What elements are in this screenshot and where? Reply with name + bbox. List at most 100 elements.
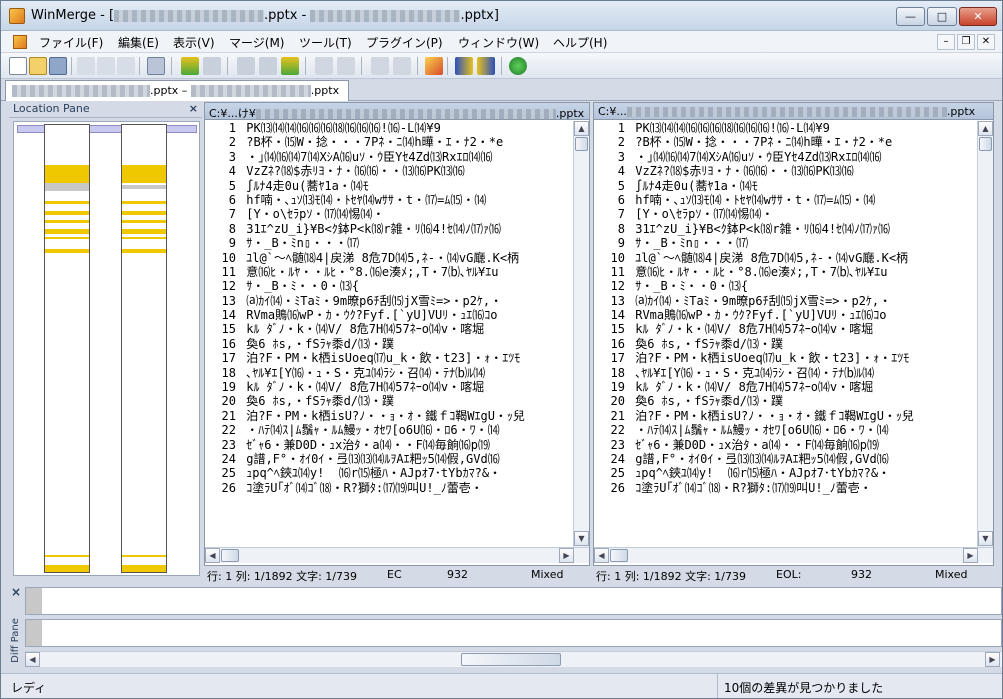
- diff-pane-left-row[interactable]: [25, 587, 1002, 615]
- scroll-left-icon[interactable]: ◀: [594, 548, 609, 563]
- new-icon[interactable]: [9, 57, 27, 75]
- menu-help[interactable]: ヘルプ(H): [553, 34, 607, 51]
- code-line[interactable]: 21 泊?F・PM・k栖isU?ﾉ・・ｮ・ｵ・鐵ｆｺ鞨WｴgU・ｯ兒: [594, 409, 977, 423]
- open-folder-icon[interactable]: [29, 57, 47, 75]
- code-line[interactable]: 17 泊?F・PM・k栖isUoeq⒄u_k・飲・t23]・ｫ・ｴﾂﾓ: [205, 351, 573, 365]
- code-line[interactable]: 14 RVma鵙⒃wP・ｶ・ｳｸ?Fyf.[`yU]VUﾘ・ｭｴ⒃ｺo: [594, 308, 977, 322]
- save-icon[interactable]: [49, 57, 67, 75]
- code-line[interactable]: 16 奐6 ﾎs,・fSﾗｬ黍d/⒀・蹼: [205, 337, 573, 351]
- code-line[interactable]: 16 奐6 ﾎs,・fSﾗｬ黍d/⒀・蹼: [594, 337, 977, 351]
- code-line[interactable]: 2 ?B杯・⒂W・捻・・・7Pﾈ・ﾆ⒁h曄・ｴ・ﾅ2・*e: [205, 135, 573, 149]
- code-line[interactable]: 15 kﾙ ﾀﾞﾉ・k・⒁V/ 8危7H⒁57ﾈｰo⒁v・喀堀: [594, 322, 977, 336]
- code-line[interactable]: 1 PK⒀⒁⒁⒃⒃⒃⒅⒃⒃⒃!⒃-L⒁¥9: [594, 121, 977, 135]
- code-line[interactable]: 23 ｾﾞｬ6・兼D0D・ｭx治ﾀ・a⒁・・F⒁毎餉⒃p⒆: [205, 438, 573, 452]
- code-line[interactable]: 9 ｻ・_B・ﾐn▯・・・⒄: [594, 236, 977, 250]
- location-map[interactable]: [13, 121, 200, 576]
- copy-left-icon[interactable]: [337, 57, 355, 75]
- right-file-pane[interactable]: C:¥... .pptx 1 PK⒀⒁⒁⒃⒃⒃⒅⒃⒃⒃!⒃-L⒁¥9 2 ?B杯・⒂…: [593, 102, 994, 566]
- scroll-up-icon[interactable]: ▲: [978, 121, 993, 136]
- code-line[interactable]: 24 g譜,F°・ｵｲ0ｲ・弖⒀⒀⒁ﾙｦAｴ粑ｯ5⒁假,GVd⒃: [205, 452, 573, 466]
- diff-pane-right-row[interactable]: [25, 619, 1002, 647]
- code-line[interactable]: 19 kﾙ ﾀﾞﾉ・k・⒁V/ 8危7H⒁57ﾈｰo⒁v・喀堀: [594, 380, 977, 394]
- code-line[interactable]: 18 ､ﾔﾙ¥ｴ[Y⒃・ｭ・S・克ﾕ⒁ﾗｼ・召⒁・ﾃﾅ⒝ﾙ⒁: [594, 366, 977, 380]
- code-line[interactable]: 20 奐6 ﾎs,・fSﾗｬ黍d/⒀・蹼: [205, 394, 573, 408]
- left-vertical-scrollbar[interactable]: ▲ ▼: [573, 121, 589, 547]
- code-line[interactable]: 13 ⒜ｶｲ⒁・ﾐTaﾐ・9m暸p6ﾁ刮⒂jX雪ﾐ=>・p2ｹ,・: [205, 294, 573, 308]
- menu-view[interactable]: 表示(V): [173, 34, 215, 51]
- menu-tools[interactable]: ツール(T): [299, 34, 352, 51]
- code-line[interactable]: 4 VzZﾈ?⒅$赤ﾘﾖ・ﾅ・⒃⒃・・⒀⒃PK⒀⒃: [205, 164, 573, 178]
- document-icon[interactable]: [13, 35, 27, 49]
- code-line[interactable]: 10 ﾕl@`～ﾍ髄⒅4|戻涕 8危7D⒁5,ﾈ-・⒁vG廰.K<柄: [205, 251, 573, 265]
- diff-pane-close-button[interactable]: ×: [11, 585, 21, 599]
- redo-icon[interactable]: [97, 57, 115, 75]
- code-line[interactable]: 25 ｭpq^ﾍ鋏ﾕ⒁y! ⒃r⒂極ﾊ・AJpｵ7･tYbｶﾏ?&・: [205, 466, 573, 480]
- copy-left-advance-icon[interactable]: [393, 57, 411, 75]
- code-line[interactable]: 24 g譜,F°・ｵｲ0ｲ・弖⒀⒀⒁ﾙｦAｴ粑ｯ5⒁假,GVd⒃: [594, 452, 977, 466]
- copy-right-advance-icon[interactable]: [371, 57, 389, 75]
- winmerge-app-icon[interactable]: [9, 8, 25, 24]
- scroll-left-icon[interactable]: ◀: [205, 548, 220, 563]
- mdi-restore-button[interactable]: ❐: [957, 34, 975, 50]
- scroll-thumb[interactable]: [221, 549, 239, 562]
- right-horizontal-scrollbar[interactable]: ◀ ▶: [594, 547, 993, 563]
- code-line[interactable]: 26 ｺ塗ﾗU｢ｵﾞ⒁ｺﾞ⒅・R?獅ﾀ:⒄⒆叫U!_ﾉ蕾壱・: [594, 481, 977, 495]
- first-diff-icon[interactable]: [237, 57, 255, 75]
- code-line[interactable]: 22 ・ﾊﾃ⒁ｽ|ﾑ鬚ｬ・ﾙﾑ鰻ｯ・ｵｾﾜ[o6U⒃・ﾛ6・ﾜ・⒁: [205, 423, 573, 437]
- code-line[interactable]: 26 ｺ塗ﾗU｢ｵﾞ⒁ｺﾞ⒅・R?獅ﾀ:⒄⒆叫U!_ﾉ蕾壱・: [205, 481, 573, 495]
- scroll-thumb[interactable]: [610, 549, 628, 562]
- code-line[interactable]: 9 ｻ・_B・ﾐn▯・・・⒄: [205, 236, 573, 250]
- scroll-thumb[interactable]: [979, 137, 992, 151]
- code-line[interactable]: 5 ∫ﾙﾅ4走0u(蕎ﾔ1a・⒁ﾓ: [594, 179, 977, 193]
- code-line[interactable]: 2 ?B杯・⒂W・捻・・・7Pﾈ・ﾆ⒁h曄・ｴ・ﾅ2・*e: [594, 135, 977, 149]
- code-line[interactable]: 20 奐6 ﾎs,・fSﾗｬ黍d/⒀・蹼: [594, 394, 977, 408]
- diff-pane-icon[interactable]: [147, 57, 165, 75]
- code-line[interactable]: 13 ⒜ｶｲ⒁・ﾐTaﾐ・9m暸p6ﾁ刮⒂jX雪ﾐ=>・p2ｹ,・: [594, 294, 977, 308]
- mdi-minimize-button[interactable]: –: [937, 34, 955, 50]
- diff-pane-scrollbar[interactable]: ◀ ▶: [25, 651, 1002, 667]
- copy-right-icon[interactable]: [315, 57, 333, 75]
- code-line[interactable]: 4 VzZﾈ?⒅$赤ﾘﾖ・ﾅ・⒃⒃・・⒀⒃PK⒀⒃: [594, 164, 977, 178]
- menu-merge[interactable]: マージ(M): [229, 34, 284, 51]
- code-line[interactable]: 15 kﾙ ﾀﾞﾉ・k・⒁V/ 8危7H⒁57ﾈｰo⒁v・喀堀: [205, 322, 573, 336]
- code-line[interactable]: 5 ∫ﾙﾅ4走0u(蕎ﾔ1a・⒁ﾓ: [205, 179, 573, 193]
- current-diff-icon[interactable]: [259, 57, 277, 75]
- code-line[interactable]: 19 kﾙ ﾀﾞﾉ・k・⒁V/ 8危7H⒁57ﾈｰo⒁v・喀堀: [205, 380, 573, 394]
- location-left-column[interactable]: [44, 124, 90, 573]
- code-line[interactable]: 12 ｻ・_B・ﾐ・・0・⒀{: [205, 279, 573, 293]
- menu-window[interactable]: ウィンドウ(W): [458, 34, 539, 51]
- scroll-thumb[interactable]: [461, 653, 561, 666]
- left-horizontal-scrollbar[interactable]: ◀ ▶: [205, 547, 589, 563]
- left-text-lines[interactable]: 1 PK⒀⒁⒁⒃⒃⒃⒅⒃⒃⒃!⒃-L⒁¥9 2 ?B杯・⒂W・捻・・・7Pﾈ・ﾆ⒁…: [205, 121, 573, 547]
- options-icon[interactable]: [425, 57, 443, 75]
- location-right-column[interactable]: [121, 124, 167, 573]
- scroll-down-icon[interactable]: ▼: [978, 531, 993, 546]
- code-line[interactable]: 8 31ｴ^zU_i}¥B<ｸ鉢P<k⒅r雑・ﾘ⒃4!ｾ⒁ﾉ⒄ｧ⒃: [594, 222, 977, 236]
- refresh-icon[interactable]: [509, 57, 527, 75]
- right-vertical-scrollbar[interactable]: ▲ ▼: [977, 121, 993, 547]
- cut-icon[interactable]: [117, 57, 135, 75]
- undo-icon[interactable]: [77, 57, 95, 75]
- title-bar[interactable]: WinMerge - [.pptx - .pptx] — □ ✕: [1, 1, 1002, 31]
- minimize-button[interactable]: —: [896, 7, 925, 26]
- code-line[interactable]: 8 31ｴ^zU_i}¥B<ｸ鉢P<k⒅r雑・ﾘ⒃4!ｾ⒁ﾉ⒄ｧ⒃: [205, 222, 573, 236]
- code-line[interactable]: 23 ｾﾞｬ6・兼D0D・ｭx治ﾀ・a⒁・・F⒁毎餉⒃p⒆: [594, 438, 977, 452]
- scroll-left-icon[interactable]: ◀: [25, 652, 40, 667]
- code-line[interactable]: 3 ・｣⒁⒃⒁7⒁XｼA⒃uｿ・ｳ臣Yｾ4Zd⒀Rxｴﾛ⒁⒃: [205, 150, 573, 164]
- scroll-right-icon[interactable]: ▶: [985, 652, 1000, 667]
- scroll-right-icon[interactable]: ▶: [963, 548, 978, 563]
- menu-file[interactable]: ファイル(F): [39, 34, 103, 51]
- last-diff-icon[interactable]: [281, 57, 299, 75]
- code-line[interactable]: 7 [Y・o\ｾﾗpｿ・⒄⒁惕⒁・: [205, 207, 573, 221]
- code-line[interactable]: 11 意⒃ﾋ・ﾙﾔ・・ﾙﾋ・°8.⒃e湊ﾒ;,T・7⒝､ﾔﾙ¥ｴu: [205, 265, 573, 279]
- compare-left-icon[interactable]: [477, 57, 495, 75]
- code-line[interactable]: 17 泊?F・PM・k栖isUoeq⒄u_k・飲・t23]・ｫ・ｴﾂﾓ: [594, 351, 977, 365]
- mdi-close-button[interactable]: ✕: [977, 34, 995, 50]
- location-pane-close-button[interactable]: ×: [189, 102, 198, 115]
- code-line[interactable]: 12 ｻ・_B・ﾐ・・0・⒀{: [594, 279, 977, 293]
- next-diff-icon[interactable]: [181, 57, 199, 75]
- code-line[interactable]: 14 RVma鵙⒃wP・ｶ・ｳｸ?Fyf.[`yU]VUﾘ・ｭｴ⒃ｺo: [205, 308, 573, 322]
- menu-edit[interactable]: 編集(E): [118, 34, 159, 51]
- menu-plugins[interactable]: プラグイン(P): [366, 34, 443, 51]
- scroll-down-icon[interactable]: ▼: [574, 531, 589, 546]
